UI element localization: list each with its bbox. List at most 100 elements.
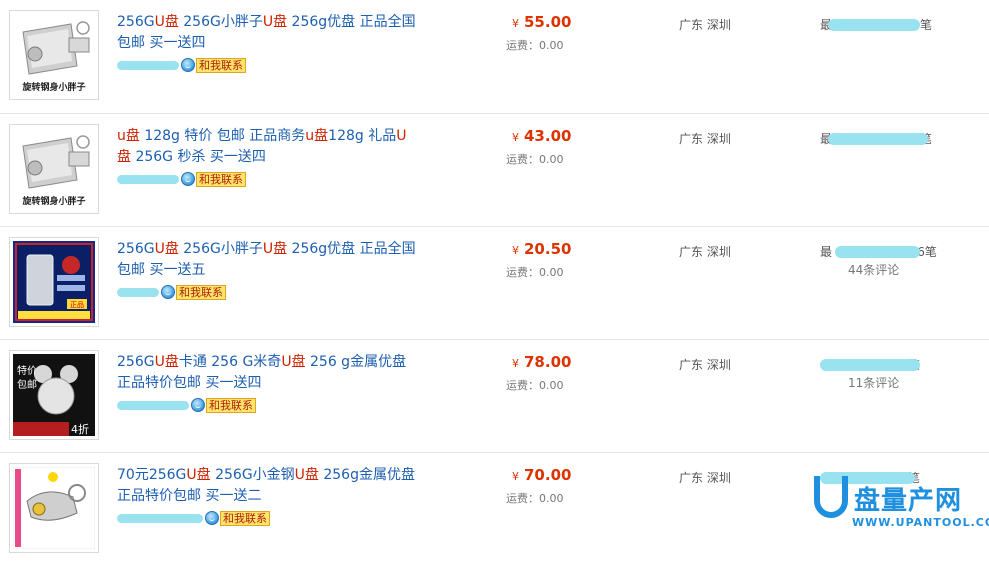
sales-suffix: 笔 [920,18,933,32]
currency-symbol: ¥ [512,131,519,144]
svg-text:正品: 正品 [70,301,84,309]
aliwangwang-chat-icon [181,172,195,186]
product-title-link[interactable]: 70元256GU盘 256G小金钢U盘 256g金属优盘 正品特价包邮 买一送二 [117,465,417,507]
title-keyword-highlight: U盘 [281,354,306,370]
price-value: 70.00 [524,466,572,484]
product-row: 特价 包邮 4折 256GU盘卡通 256 G米奇U盘 256 g金属优盘 正品特价包… [0,339,989,452]
title-keyword-highlight: U盘 [154,241,179,257]
product-title-link[interactable]: 256GU盘 256G小胖子U盘 256g优盘 正品全国包邮 买一送五 [117,239,417,281]
title-text: 卡通 256 G米奇 [178,354,282,370]
redacted-seller-name [117,174,179,184]
seller-info: 和我联系 [117,57,246,73]
watermark-text: 盘量产网 [854,486,963,516]
product-title-link[interactable]: 256GU盘卡通 256 G米奇U盘 256 g金属优盘 正品特价包邮 买一送四 [117,352,417,394]
redacted-sales-count [835,246,920,258]
contact-seller-button[interactable]: 和我联系 [161,284,226,300]
contact-seller-label: 和我联系 [196,57,246,73]
title-text: 256G [117,241,155,257]
watermark-url: WWW.UPANTOOL.COM [852,516,989,529]
contact-seller-label: 和我联系 [220,510,270,526]
svg-text:特价: 特价 [17,365,37,377]
currency-symbol: ¥ [512,17,519,30]
price-value: 78.00 [524,353,572,371]
title-text: 256G [117,354,155,370]
title-text: 128g 特价 包邮 正品商务 [139,128,306,144]
shipping-fee: 运费：0.00 [506,153,564,166]
redacted-seller-name [117,60,179,70]
redacted-seller-name [117,513,203,523]
contact-seller-button[interactable]: 和我联系 [205,510,270,526]
seller-location: 广东 深圳 [679,245,731,259]
product-title-link[interactable]: u盘 128g 特价 包邮 正品商务u盘128g 礼品U盘 256G 秒杀 买一… [117,126,417,168]
product-price: ¥78.00 [512,353,571,371]
svg-text:包邮: 包邮 [17,378,37,391]
watermark-logo: 盘量产网 WWW.UPANTOOL.COM [810,470,989,541]
aliwangwang-chat-icon [181,58,195,72]
redacted-sales-count [828,19,920,31]
title-keyword-highlight: u盘 [305,128,329,144]
product-row: 旋转钢身小胖子 256GU盘 256G小胖子U盘 256g优盘 正品全国包邮 买一… [0,0,989,113]
shipping-fee: 运费：0.00 [506,266,564,279]
title-text: 256G小金钢 [210,467,295,483]
comments-link[interactable]: 11条评论 [848,374,899,391]
aliwangwang-chat-icon [205,511,219,525]
product-thumbnail[interactable]: 旋转钢身小胖子 [9,124,99,214]
contact-seller-label: 和我联系 [176,284,226,300]
recent-sales: 笔 [820,356,950,373]
title-keyword-highlight: U盘 [294,467,319,483]
product-price: ¥70.00 [512,466,571,484]
product-thumbnail[interactable]: 正品 [9,237,99,327]
redacted-seller-name [117,287,159,297]
redacted-seller-name [117,400,189,410]
recent-sales: 最116笔 [820,243,950,260]
product-row: 旋转钢身小胖子 u盘 128g 特价 包邮 正品商务u盘128g 礼品U盘 256… [0,113,989,226]
title-text: 256G小胖子 [178,14,263,30]
redacted-sales-count [820,359,920,371]
title-keyword-highlight: U盘 [186,467,211,483]
title-keyword-highlight: U盘 [262,14,288,30]
title-text: 70元256G [117,467,187,483]
contact-seller-button[interactable]: 和我联系 [181,57,246,73]
comments-link[interactable]: 44条评论 [848,261,899,278]
title-keyword-highlight: u盘 [117,128,140,144]
usb-drive-thumbnail-image: 旋转钢身小胖子 [13,14,95,96]
seller-info: 和我联系 [117,171,246,187]
contact-seller-button[interactable]: 和我联系 [181,171,246,187]
title-text: 256G 秒杀 买一送四 [131,149,266,165]
shipping-fee: 运费：0.00 [506,39,564,52]
product-title-link[interactable]: 256GU盘 256G小胖子U盘 256g优盘 正品全国包邮 买一送四 [117,12,417,54]
product-thumbnail[interactable] [9,463,99,553]
usb-drive-thumbnail-image: 旋转钢身小胖子 [13,128,95,210]
price-value: 43.00 [524,127,572,145]
seller-location: 广东 深圳 [679,18,731,32]
contact-seller-button[interactable]: 和我联系 [191,397,256,413]
title-text: 256G [117,14,155,30]
title-keyword-highlight: U盘 [154,354,179,370]
title-keyword-highlight: U盘 [154,14,179,30]
usb-drive-thumbnail-image: 特价包邮 4折 [13,354,95,436]
aliwangwang-chat-icon [161,285,175,299]
product-price: ¥20.50 [512,240,571,258]
seller-location: 广东 深圳 [679,471,731,485]
recent-sales: 最笔 [820,16,950,33]
price-value: 20.50 [524,240,572,258]
shipping-fee: 运费：0.00 [506,492,564,505]
u-logo-icon [814,476,848,518]
title-text: 256G小胖子 [178,241,263,257]
seller-info: 和我联系 [117,284,226,300]
contact-seller-label: 和我联系 [196,171,246,187]
product-price: ¥55.00 [512,13,571,31]
usb-drive-thumbnail-image: 正品 [13,241,95,323]
svg-text:旋转钢身小胖子: 旋转钢身小胖子 [21,195,85,207]
usb-drive-thumbnail-image [13,467,95,549]
recent-sales: 最笔 [820,130,950,147]
sales-prefix: 最 [820,245,833,259]
product-row: 正品 256GU盘 256G小胖子U盘 256g优盘 正品全国包邮 买一送五和我联… [0,226,989,339]
currency-symbol: ¥ [512,357,519,370]
product-thumbnail[interactable]: 旋转钢身小胖子 [9,10,99,100]
product-thumbnail[interactable]: 特价 包邮 4折 [9,350,99,440]
seller-info: 和我联系 [117,510,270,526]
currency-symbol: ¥ [512,244,519,257]
shipping-fee: 运费：0.00 [506,379,564,392]
aliwangwang-chat-icon [191,398,205,412]
